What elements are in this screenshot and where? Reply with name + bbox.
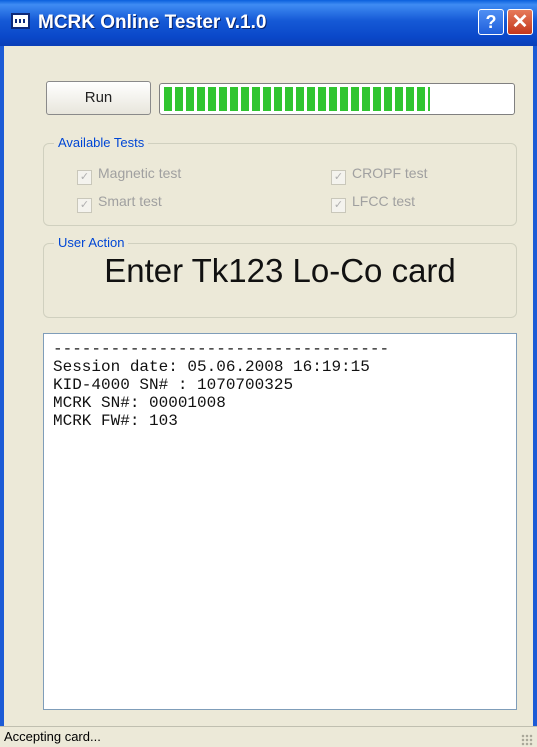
lfcc-test-checkbox[interactable]: ✓ LFCC test [331,193,415,213]
app-icon [11,13,30,29]
available-tests-group: Available Tests ✓ Magnetic test ✓ Smart te… [43,135,517,226]
run-button[interactable]: Run [46,81,151,115]
window-title: MCRK Online Tester v.1.0 [38,12,267,33]
smart-test-checkbox[interactable]: ✓ Smart test [77,193,162,213]
status-bar: Accepting card... [0,726,537,747]
app-window: MCRK Online Tester v.1.0 ? ✕ Run Availab… [0,0,537,747]
resize-grip-icon[interactable] [521,734,533,746]
magnetic-test-checkbox[interactable]: ✓ Magnetic test [77,165,181,185]
log-text: ----------------------------------- Sess… [53,340,390,430]
cropf-test-checkbox[interactable]: ✓ CROPF test [331,165,427,185]
progress-bar [159,83,515,115]
progress-fill [164,87,431,111]
user-action-group: User Action Enter Tk123 Lo-Co card [43,235,517,318]
available-tests-label: Available Tests [54,135,149,150]
check-icon: ✓ [77,170,92,185]
status-text: Accepting card... [4,729,101,744]
title-bar[interactable]: MCRK Online Tester v.1.0 ? ✕ [0,0,537,46]
check-icon: ✓ [77,198,92,213]
user-action-label: User Action [54,235,129,250]
check-icon: ✓ [331,198,346,213]
user-action-text: Enter Tk123 Lo-Co card [104,252,456,289]
check-icon: ✓ [331,170,346,185]
close-button[interactable]: ✕ [507,9,533,35]
log-output[interactable]: ----------------------------------- Sess… [43,333,517,710]
help-button[interactable]: ? [478,9,504,35]
